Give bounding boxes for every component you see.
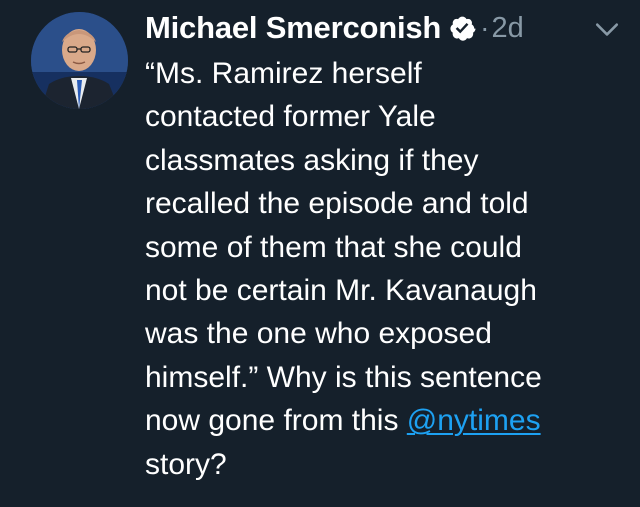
tweet-text: “Ms. Ramirez herself contacted former Ya… xyxy=(145,52,620,486)
timestamp[interactable]: 2d xyxy=(492,12,524,45)
tweet-text-line: not be certain Mr. Kavanaugh xyxy=(145,274,537,308)
tweet-text-line: now gone from this xyxy=(145,404,407,438)
tweet-header: Michael Smerconish · 2d xyxy=(145,6,620,50)
tweet-text-line: “Ms. Ramirez herself xyxy=(145,57,422,90)
avatar[interactable] xyxy=(31,12,128,109)
tweet-text-line: was the one who exposed xyxy=(145,317,492,351)
tweet-text-line: recalled the episode and told xyxy=(145,187,529,221)
verified-badge-icon xyxy=(450,16,476,41)
author-name[interactable]: Michael Smerconish xyxy=(145,10,441,46)
tweet-text-line: story? xyxy=(145,447,227,481)
tweet-text-line: contacted former Yale xyxy=(145,100,436,134)
tweet-text-line: classmates asking if they xyxy=(145,143,479,177)
separator-dot: · xyxy=(480,12,490,43)
tweet: Michael Smerconish · 2d “Ms. Ramirez her… xyxy=(0,0,640,507)
tweet-text-line: some of them that she could xyxy=(145,230,522,264)
mention-link[interactable]: @nytimes xyxy=(407,404,541,437)
tweet-text-line: himself.” Why is this sentence xyxy=(145,360,542,394)
chevron-down-icon[interactable] xyxy=(594,16,620,42)
profile-photo-icon xyxy=(31,12,128,109)
